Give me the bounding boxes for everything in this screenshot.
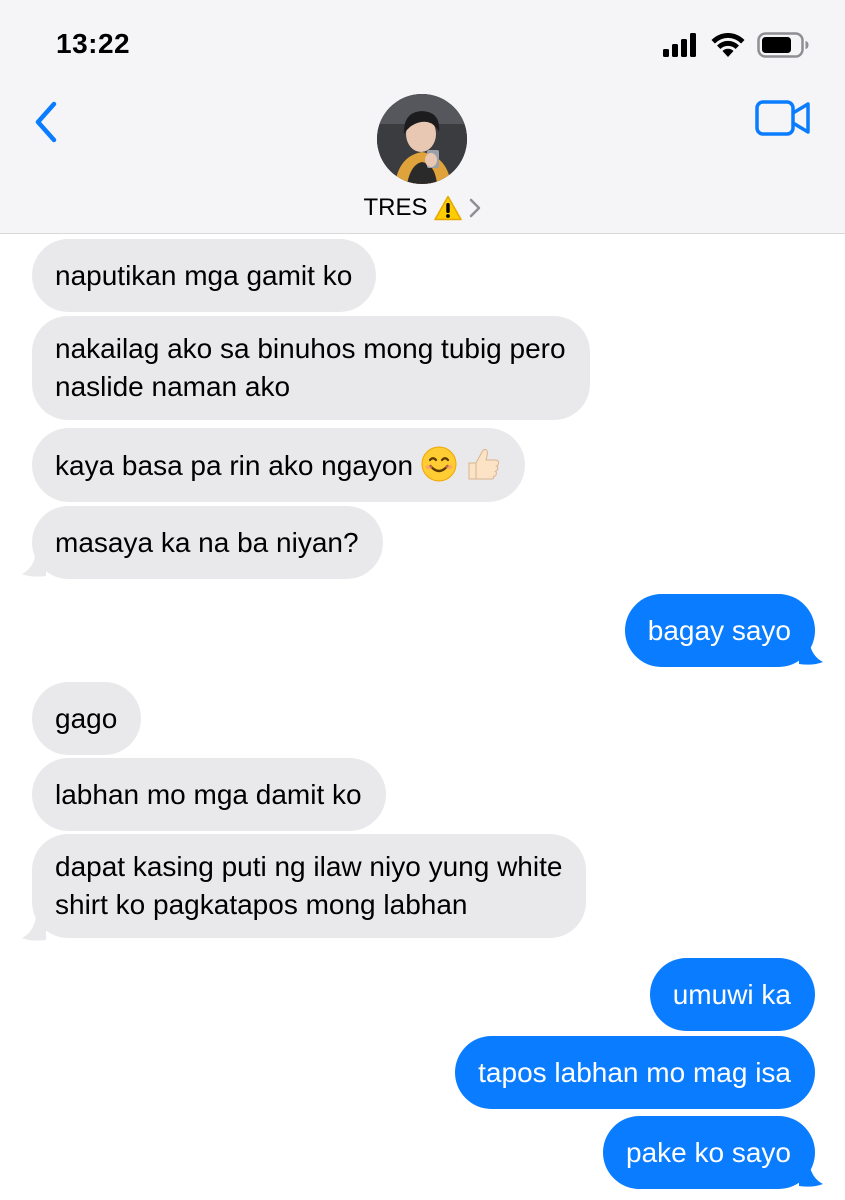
chevron-right-icon <box>469 198 480 218</box>
message-text: masaya ka na ba niyan? <box>55 527 359 558</box>
contact-name: TRES <box>363 194 428 221</box>
back-button[interactable] <box>28 98 68 146</box>
bubble-tail <box>799 1162 823 1187</box>
message-bubble-incoming[interactable]: labhan mo mga damit ko <box>32 758 386 831</box>
contact-avatar[interactable] <box>377 94 467 184</box>
cellular-signal-icon <box>663 33 696 57</box>
message-text: kaya basa pa rin ako ngayon <box>55 450 414 481</box>
warning-icon <box>433 195 462 221</box>
message-thread[interactable]: naputikan mga gamit ko nakailag ako sa b… <box>0 234 845 1200</box>
message-bubble-incoming[interactable]: dapat kasing puti ng ilaw niyo yung whit… <box>32 834 587 938</box>
contact-name-button[interactable]: TRES <box>0 194 845 222</box>
smiling-face-icon <box>421 446 457 482</box>
message-text: bagay sayo <box>647 615 791 646</box>
message-text-line: nakailag ako sa binuhos mong tubig pero <box>55 333 566 364</box>
message-text: labhan mo mga damit ko <box>55 779 362 810</box>
avatar-photo <box>377 94 467 184</box>
message-bubble-incoming[interactable]: naputikan mga gamit ko <box>32 239 377 312</box>
status-time: 13:22 <box>56 28 131 59</box>
message-text: naputikan mga gamit ko <box>55 260 353 291</box>
message-text: tapos labhan mo mag isa <box>478 1057 791 1088</box>
thumbs-up-icon <box>468 448 499 480</box>
message-text-line: dapat kasing puti ng ilaw niyo yung whit… <box>55 851 563 882</box>
message-text: gago <box>55 703 118 734</box>
message-text: pake ko sayo <box>626 1137 791 1168</box>
battery-icon <box>757 32 809 58</box>
chevron-left-icon <box>35 101 57 143</box>
message-text: umuwi ka <box>672 979 791 1010</box>
message-bubble-incoming[interactable]: masaya ka na ba niyan? <box>32 506 383 579</box>
status-icons <box>663 30 809 60</box>
message-bubble-outgoing[interactable]: umuwi ka <box>649 958 815 1031</box>
bubble-tail <box>799 640 823 665</box>
message-bubble-incoming[interactable]: gago <box>32 682 142 755</box>
video-call-button[interactable] <box>755 98 811 138</box>
bubble-tail <box>22 916 46 941</box>
message-bubble-incoming[interactable]: nakailag ako sa binuhos mong tubig pero … <box>32 316 590 420</box>
bubble-tail <box>22 552 46 577</box>
message-bubble-outgoing[interactable]: tapos labhan mo mag isa <box>455 1036 815 1109</box>
video-camera-icon <box>755 100 810 136</box>
message-text-line: shirt ko pagkatapos mong labhan <box>55 889 468 920</box>
message-bubble-incoming[interactable]: kaya basa pa rin ako ngayon <box>32 428 525 502</box>
wifi-icon <box>711 33 745 57</box>
message-bubble-outgoing[interactable]: bagay sayo <box>624 594 815 667</box>
conversation-header: 13:22 TRES <box>0 0 845 234</box>
message-text-line: naslide naman ako <box>55 371 291 402</box>
message-bubble-outgoing[interactable]: pake ko sayo <box>603 1116 815 1189</box>
